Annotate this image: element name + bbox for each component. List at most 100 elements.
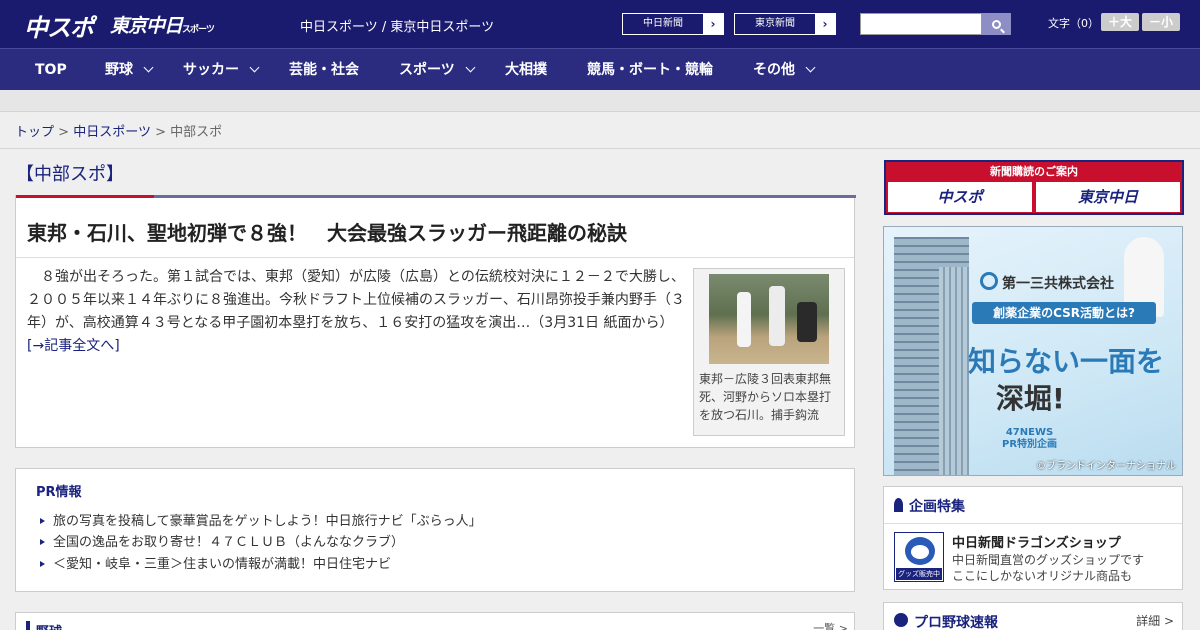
tokyo-chunichi-logo-text: 東京中日 [110,15,183,37]
nav-label: その他 [753,62,795,78]
npb-title: プロ野球速報 [914,615,998,630]
ribbon-icon [894,498,903,512]
subscription-title: 新聞購読のご案内 [990,165,1078,178]
baseball-section: 野球 一覧 > [15,612,855,630]
nav-item-racing[interactable]: 競馬・ボート・競輪 [587,49,713,91]
tokyo-shimbun-label: 東京新聞 [755,18,795,29]
breadcrumb: トップ > 中日スポーツ > 中部スポ [15,121,222,140]
triangle-bullet-icon [40,539,45,545]
nav-item-sports[interactable]: スポーツ [399,49,476,91]
font-size-increase-button[interactable]: ＋大 [1101,13,1139,31]
nav-label: 競馬・ボート・競輪 [587,62,713,78]
chevron-down-icon [143,62,154,73]
breadcrumb-current: 中部スポ [170,125,223,140]
nav-label: 大相撲 [505,62,547,78]
article-photo[interactable] [709,274,829,364]
font-size-label: 文字（0） [1048,17,1099,30]
dragons-shop-link[interactable]: 中日新聞ドラゴンズショップ [952,532,1121,551]
feature-title: 企画特集 [894,487,1174,523]
pr-item-text: 旅の写真を投稿して豪華賞品をゲットしよう！中日旅行ナビ「ぶらっ人」 [53,514,482,529]
feature-title-text: 企画特集 [909,499,965,515]
dragons-shop-desc: 中日新聞直営のグッズショップです ここにしかないオリジナル商品も [952,552,1144,584]
breadcrumb-top-link[interactable]: トップ [15,125,54,140]
baseball-section-title: 野球 [36,621,62,630]
ad-news-line: 47NEWS [1005,427,1054,438]
subscription-chuspo: 中スポ [888,182,1032,212]
ad-news-line: PR特別企画 [1002,439,1058,450]
top-header: 中スポ 東京中日スポーツ 中日スポーツ / 東京中日スポーツ 中日新聞 › 東京… [0,0,1200,48]
pr-section: PR情報 旅の写真を投稿して豪華賞品をゲットしよう！中日旅行ナビ「ぶらっ人」 全… [15,468,855,592]
breadcrumb-parent-link[interactable]: 中日スポーツ [73,125,151,140]
catcher-figure [797,302,817,342]
nav-label: TOP [35,62,67,78]
site-name: 中日スポーツ / 東京中日スポーツ [300,20,495,35]
pr-item[interactable]: 全国の逸品をお取り寄せ！４７ＣＬＵＢ（よんななクラブ） [40,531,404,550]
divider [884,523,1182,524]
chevron-down-icon [465,62,476,73]
nav-item-sumo[interactable]: 大相撲 [505,49,547,91]
article-lead-text: ８強が出そろった。第１試合では、東邦（愛知）が広陵（広島）との伝統校対決に１２－… [27,269,685,331]
nav-label: 芸能・社会 [289,62,359,78]
company-logo-icon [980,272,998,290]
triangle-bullet-icon [40,518,45,524]
pr-item[interactable]: ＜愛知・岐阜・三重＞住まいの情報が満載！中日住宅ナビ [40,553,391,572]
chunichi-shimbun-label: 中日新聞 [643,18,683,29]
advertisement-banner[interactable]: 第一三共株式会社 創薬企業のCSR活動とは? 知らない一面を 深堀! 47NEW… [883,226,1183,476]
player-figure [737,292,751,347]
npb-detail-link[interactable]: 詳細 > [1136,612,1174,629]
sub-nav-strip [0,90,1200,112]
nav-item-top[interactable]: TOP [35,49,67,91]
nav-item-other[interactable]: その他 [753,49,816,91]
ad-news-label: 47NEWS PR特別企画 [1002,427,1057,451]
ad-headline: 深堀! [996,382,1065,415]
breadcrumb-separator: > [58,125,70,140]
breadcrumb-separator: > [155,125,166,140]
building-image [939,267,969,475]
subscription-tokyo-chunichi: 東京中日 [1036,182,1180,212]
chuspo-logo[interactable]: 中スポ [24,8,94,43]
chevron-down-icon [805,62,816,73]
article-headline[interactable]: 東邦・石川、聖地初弾で８強！ 大会最強スラッガー飛距離の秘訣 [27,217,627,246]
chunichi-shimbun-link[interactable]: 中日新聞 › [622,13,724,35]
read-more-link[interactable]: [→記事全文へ] [27,338,120,354]
main-nav: TOP 野球 サッカー 芸能・社会 スポーツ 大相撲 競馬・ボート・競輪 その他 [0,48,1200,90]
accent-bar [154,195,856,198]
divider [0,148,1200,149]
player-figure [769,286,785,346]
font-size-decrease-button[interactable]: －小 [1142,13,1180,31]
nav-label: サッカー [183,62,239,78]
dragons-shop-desc-line: 中日新聞直営のグッズショップです [952,553,1145,567]
chevron-down-icon [249,62,260,73]
nav-label: 野球 [105,62,133,78]
nav-item-entertainment[interactable]: 芸能・社会 [289,49,359,91]
dragons-shop-thumbnail[interactable]: グッズ販売中 [894,532,944,582]
feature-section: 企画特集 グッズ販売中 中日新聞ドラゴンズショップ 中日新聞直営のグッズショップ… [883,486,1183,590]
divider [16,257,854,258]
chevron-right-icon: › [703,14,723,34]
pr-title: PR情報 [36,485,82,500]
ad-company: 第一三共株式会社 [1002,276,1114,292]
tokyo-chunichi-logo[interactable]: 東京中日スポーツ [110,11,215,38]
baseball-list-link[interactable]: 一覧 > [813,620,848,630]
search-input[interactable] [860,13,982,35]
tokyo-shimbun-link[interactable]: 東京新聞 › [734,13,836,35]
baseball-icon [894,613,908,627]
nav-item-soccer[interactable]: サッカー [183,49,260,91]
ad-credit: ©ブランドインターナショナル [1036,461,1176,472]
nav-label: スポーツ [399,62,455,78]
dragons-shop-desc-line: ここにしかないオリジナル商品も [952,569,1133,583]
article-card: 東邦・石川、聖地初弾で８強！ 大会最強スラッガー飛距離の秘訣 ８強が出そろった。… [15,195,856,448]
section-marker [26,621,30,630]
search-icon [992,19,1001,29]
tokyo-chunichi-logo-small: スポーツ [182,25,215,35]
npb-score-section: プロ野球速報 詳細 > [883,602,1183,630]
ad-tagline: 創薬企業のCSR活動とは? [972,302,1156,324]
subscription-banner[interactable]: 新聞購読のご案内 中スポ 東京中日 [884,160,1184,215]
ad-headline: 知らない一面を [968,345,1165,378]
section-title: 【中部スポ】 [16,164,124,185]
accent-bar [16,195,154,198]
photo-caption: 東邦－広陵３回表東邦無死、河野からソロ本塁打を放つ石川。捕手鈎流 [699,372,832,422]
pr-item[interactable]: 旅の写真を投稿して豪華賞品をゲットしよう！中日旅行ナビ「ぶらっ人」 [40,510,482,529]
nav-item-baseball[interactable]: 野球 [105,49,154,91]
search-button[interactable] [982,13,1011,35]
